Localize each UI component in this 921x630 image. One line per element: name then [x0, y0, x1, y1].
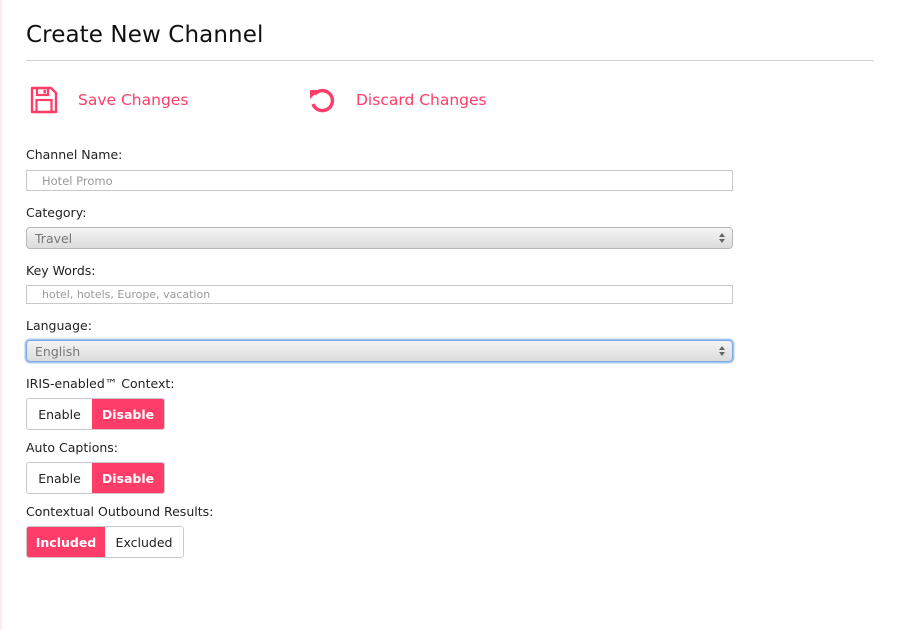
captions-enable-button[interactable]: Enable: [27, 463, 92, 493]
floppy-disk-icon: [28, 84, 60, 116]
discard-changes-button[interactable]: Discard Changes: [306, 84, 487, 116]
language-select[interactable]: English: [26, 340, 733, 362]
auto-captions-toggle: Enable Disable: [26, 462, 165, 494]
title-divider: [26, 60, 874, 61]
category-label: Category:: [26, 205, 87, 220]
save-changes-button[interactable]: Save Changes: [28, 84, 188, 116]
left-edge-accent: [0, 0, 3, 630]
outbound-results-label: Contextual Outbound Results:: [26, 504, 214, 519]
keywords-input[interactable]: [26, 285, 733, 304]
iris-disable-button[interactable]: Disable: [92, 399, 164, 429]
save-changes-label: Save Changes: [78, 91, 189, 109]
category-selected-value: Travel: [35, 230, 73, 246]
discard-changes-label: Discard Changes: [356, 91, 487, 109]
auto-captions-label: Auto Captions:: [26, 440, 118, 455]
excluded-button[interactable]: Excluded: [105, 527, 183, 557]
channel-name-input[interactable]: [26, 170, 733, 191]
included-button[interactable]: Included: [27, 527, 105, 557]
language-label: Language:: [26, 318, 92, 333]
category-select[interactable]: Travel: [26, 227, 733, 249]
iris-enable-button[interactable]: Enable: [27, 399, 92, 429]
language-selected-value: English: [35, 343, 81, 359]
select-arrows-icon: [719, 346, 725, 356]
captions-disable-button[interactable]: Disable: [92, 463, 164, 493]
select-arrows-icon: [719, 233, 725, 243]
keywords-label: Key Words:: [26, 263, 96, 278]
page-title: Create New Channel: [26, 22, 264, 48]
iris-context-toggle: Enable Disable: [26, 398, 165, 430]
undo-icon: [306, 84, 338, 116]
channel-name-label: Channel Name:: [26, 147, 123, 162]
iris-context-label: IRIS-enabled™ Context:: [26, 376, 175, 391]
outbound-results-toggle: Included Excluded: [26, 526, 184, 558]
